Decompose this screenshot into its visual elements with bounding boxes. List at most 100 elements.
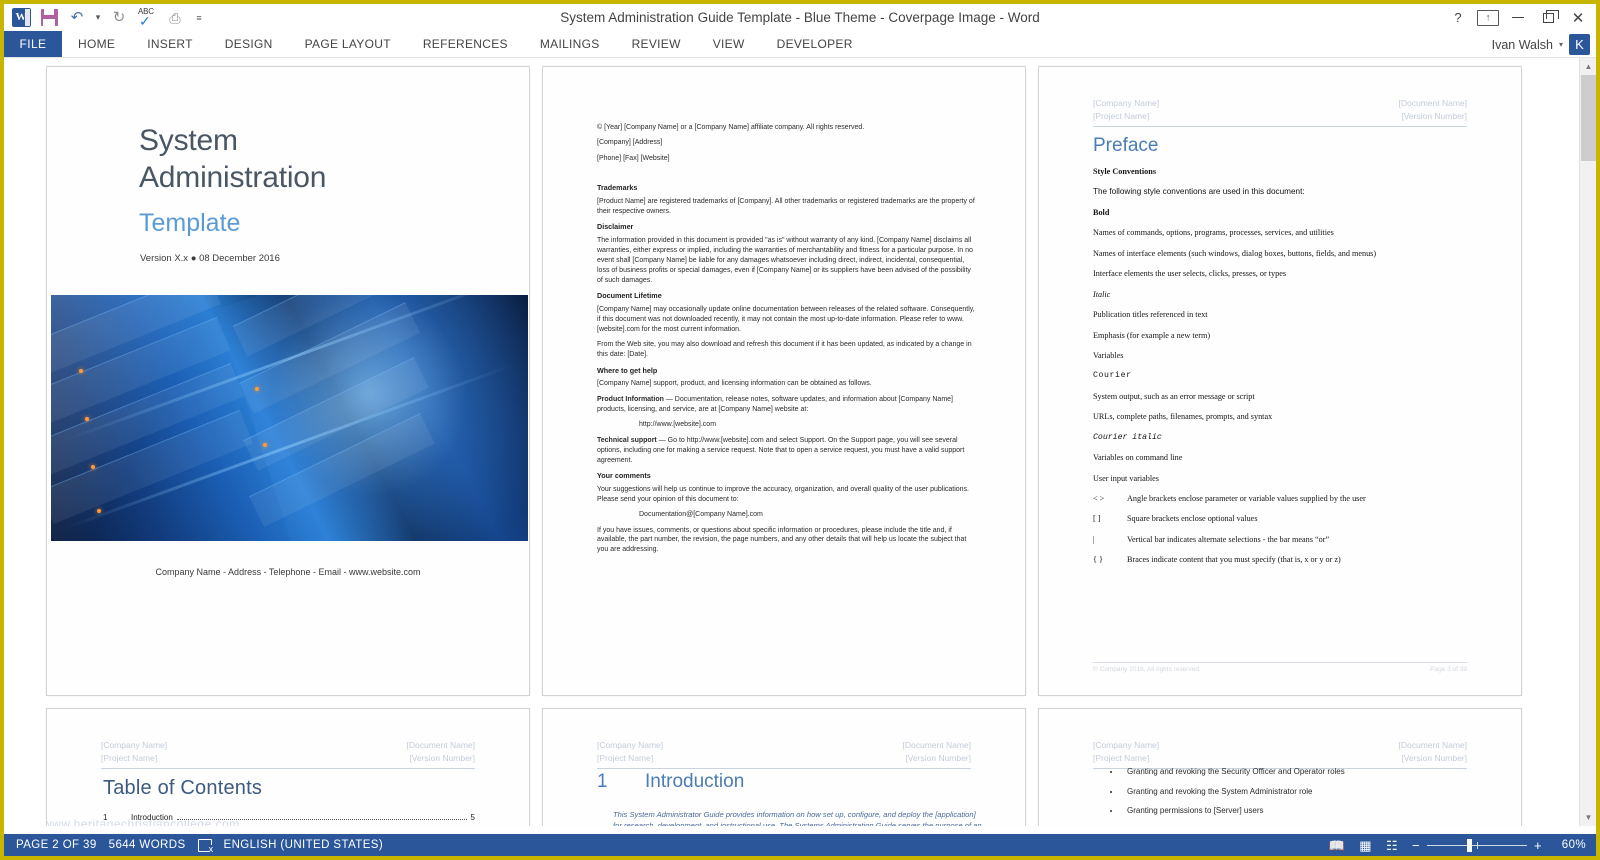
page-header: [Company Name] [Project Name] [Document … [597, 739, 971, 770]
header-document: [Document Name] [1398, 740, 1468, 750]
toc-entry-number: 1 [103, 813, 108, 822]
preface-row: User input variables [1093, 473, 1159, 483]
server-racks-photo [51, 295, 528, 541]
list-item: Granting the capability to impersonate a… [1121, 826, 1481, 827]
avatar[interactable]: K [1569, 34, 1590, 55]
header-company: [Company Name] [597, 740, 664, 750]
document-page-preface[interactable]: [Company Name] [Project Name] [Document … [1038, 66, 1522, 696]
technical-support-label: Technical support [597, 436, 657, 444]
zoom-control[interactable]: − + [1412, 838, 1542, 853]
header-company: [Company Name] [101, 740, 168, 750]
tab-references[interactable]: REFERENCES [407, 31, 524, 57]
page-row-1: System Administration Template Version X… [4, 66, 1552, 696]
read-mode-icon[interactable]: 📖 [1329, 839, 1346, 852]
preface-row: Courier [1093, 371, 1132, 381]
scroll-up-arrow-icon[interactable]: ▲ [1580, 58, 1596, 75]
product-url: http://www.[website].com [639, 421, 717, 429]
comments-email: Documentation@[Company Name].com [639, 511, 763, 519]
preface-conventions-list: Style Conventions The following style co… [1093, 167, 1481, 576]
window-controls: ? ✕ [1444, 4, 1592, 31]
status-bar-right: 📖 ▦ ☷ − + 60% [1329, 838, 1586, 853]
document-page-permissions[interactable]: [Company Name] [Project Name] [Document … [1038, 708, 1522, 826]
tab-file[interactable]: FILE [4, 31, 62, 57]
tab-developer[interactable]: DEVELOPER [761, 31, 869, 57]
preface-symbol-row: | Vertical bar indicates alternate select… [1093, 535, 1481, 545]
your-comments-text: Your suggestions will help us continue t… [597, 485, 969, 503]
header-project: [Project Name] [1093, 753, 1150, 764]
preface-row: Bold [1093, 207, 1110, 217]
zoom-slider[interactable] [1427, 838, 1527, 852]
header-version: [Version Number] [409, 753, 475, 764]
pages-grid: System Administration Template Version X… [4, 58, 1552, 826]
user-name-label: Ivan Walsh [1491, 37, 1553, 52]
trademarks-text: [Product Name] are registered trademarks… [597, 198, 975, 215]
list-item: Granting and revoking the Security Offic… [1121, 767, 1481, 776]
permissions-bullet-list: Granting and revoking the Security Offic… [1099, 767, 1481, 826]
minimize-icon[interactable] [1504, 7, 1532, 29]
tab-view[interactable]: VIEW [697, 31, 761, 57]
preface-row: Publication titles referenced in text [1093, 310, 1208, 320]
vertical-scrollbar[interactable]: ▲ ▼ [1579, 58, 1596, 826]
document-page-introduction[interactable]: [Company Name] [Project Name] [Document … [542, 708, 1026, 826]
toc-entry-page: 5 [470, 813, 475, 822]
scroll-down-arrow-icon[interactable]: ▼ [1580, 809, 1596, 826]
zoom-in-button[interactable]: + [1534, 838, 1542, 853]
print-layout-icon[interactable]: ▦ [1359, 839, 1372, 852]
page-header: [Company Name] [Project Name] [Document … [101, 739, 476, 770]
document-page-cover[interactable]: System Administration Template Version X… [46, 66, 530, 696]
language-indicator[interactable]: ENGLISH (UNITED STATES) [212, 839, 384, 851]
scrollbar-thumb[interactable] [1581, 75, 1596, 161]
page-row-2: [Company Name] [Project Name] [Document … [4, 708, 1552, 826]
preface-symbol-row: [ ] Square brackets enclose optional valu… [1093, 514, 1481, 524]
zoom-slider-handle[interactable] [1467, 838, 1472, 852]
title-bar: W ↶ ▾ ↻ ABC ✓ ⎙ ≡ System Administration G… [4, 4, 1596, 31]
cover-title: System Administration [139, 124, 327, 194]
preface-symbol-row: { } Braces indicate content that you must… [1093, 555, 1481, 565]
restore-icon[interactable] [1534, 7, 1562, 29]
word-count[interactable]: 5644 WORDS [97, 839, 186, 851]
cover-subtitle: Template [139, 209, 241, 237]
user-account-area[interactable]: Ivan Walsh ▾ K [1492, 31, 1590, 58]
tab-mailings[interactable]: MAILINGS [524, 31, 616, 57]
header-document: [Document Name] [406, 740, 476, 750]
page-indicator[interactable]: PAGE 2 OF 39 [4, 839, 97, 851]
zoom-out-button[interactable]: − [1412, 838, 1420, 853]
preface-symbol-text: Angle brackets enclose parameter or vari… [1127, 494, 1366, 503]
tab-home[interactable]: HOME [62, 31, 131, 57]
trademarks-heading: Trademarks [597, 183, 638, 193]
header-version: [Version Number] [905, 753, 971, 764]
proofing-errors-icon[interactable] [186, 838, 214, 854]
copyright-line-2: [Company] [Address] [597, 139, 663, 147]
page-header: [Company Name] [Project Name] [Document … [1093, 97, 1467, 128]
chevron-down-icon[interactable]: ▾ [1559, 40, 1563, 49]
document-workspace[interactable]: System Administration Template Version X… [4, 58, 1596, 826]
tab-review[interactable]: REVIEW [616, 31, 697, 57]
tab-design[interactable]: DESIGN [209, 31, 289, 57]
tab-page-layout[interactable]: PAGE LAYOUT [289, 31, 407, 57]
preface-row: Names of interface elements (such window… [1093, 248, 1377, 258]
copyright-line-3: [Phone] [Fax] [Website] [597, 154, 670, 162]
header-company: [Company Name] [1093, 98, 1160, 108]
document-page-table-of-contents[interactable]: [Company Name] [Project Name] [Document … [46, 708, 530, 826]
ribbon-display-options-icon[interactable] [1474, 7, 1502, 29]
footer-copyright: © Company 2016. All rights reserved. [1093, 666, 1201, 673]
preface-row: Names of commands, options, programs, pr… [1093, 228, 1334, 238]
document-page-copyright[interactable]: © [Year] [Company Name] or a [Company Na… [542, 66, 1026, 696]
zoom-level-label[interactable]: 60% [1556, 839, 1586, 851]
preface-symbol: { } [1093, 555, 1103, 565]
disclaimer-heading: Disclaimer [597, 222, 634, 232]
tab-insert[interactable]: INSERT [131, 31, 209, 57]
footer-page-number: Page 3 of 39 [1430, 666, 1467, 673]
toc-entry[interactable]: 1 Introduction 5 [103, 813, 475, 822]
preface-row: Interface elements the user selects, cli… [1093, 269, 1287, 279]
header-project: [Project Name] [1093, 111, 1150, 122]
close-icon[interactable]: ✕ [1564, 7, 1592, 29]
toc-title: Table of Contents [103, 777, 263, 799]
product-information-paragraph: Product Information — Documentation, rel… [597, 395, 977, 415]
help-icon[interactable]: ? [1444, 7, 1472, 29]
copyright-line-1: © [Year] [Company Name] or a [Company Na… [597, 124, 865, 131]
copyright-body: © [Year] [Company Name] or a [Company Na… [597, 123, 977, 561]
web-layout-icon[interactable]: ☷ [1386, 839, 1398, 852]
preface-row: Variables [1093, 350, 1124, 360]
page-header: [Company Name] [Project Name] [Document … [1093, 739, 1468, 770]
